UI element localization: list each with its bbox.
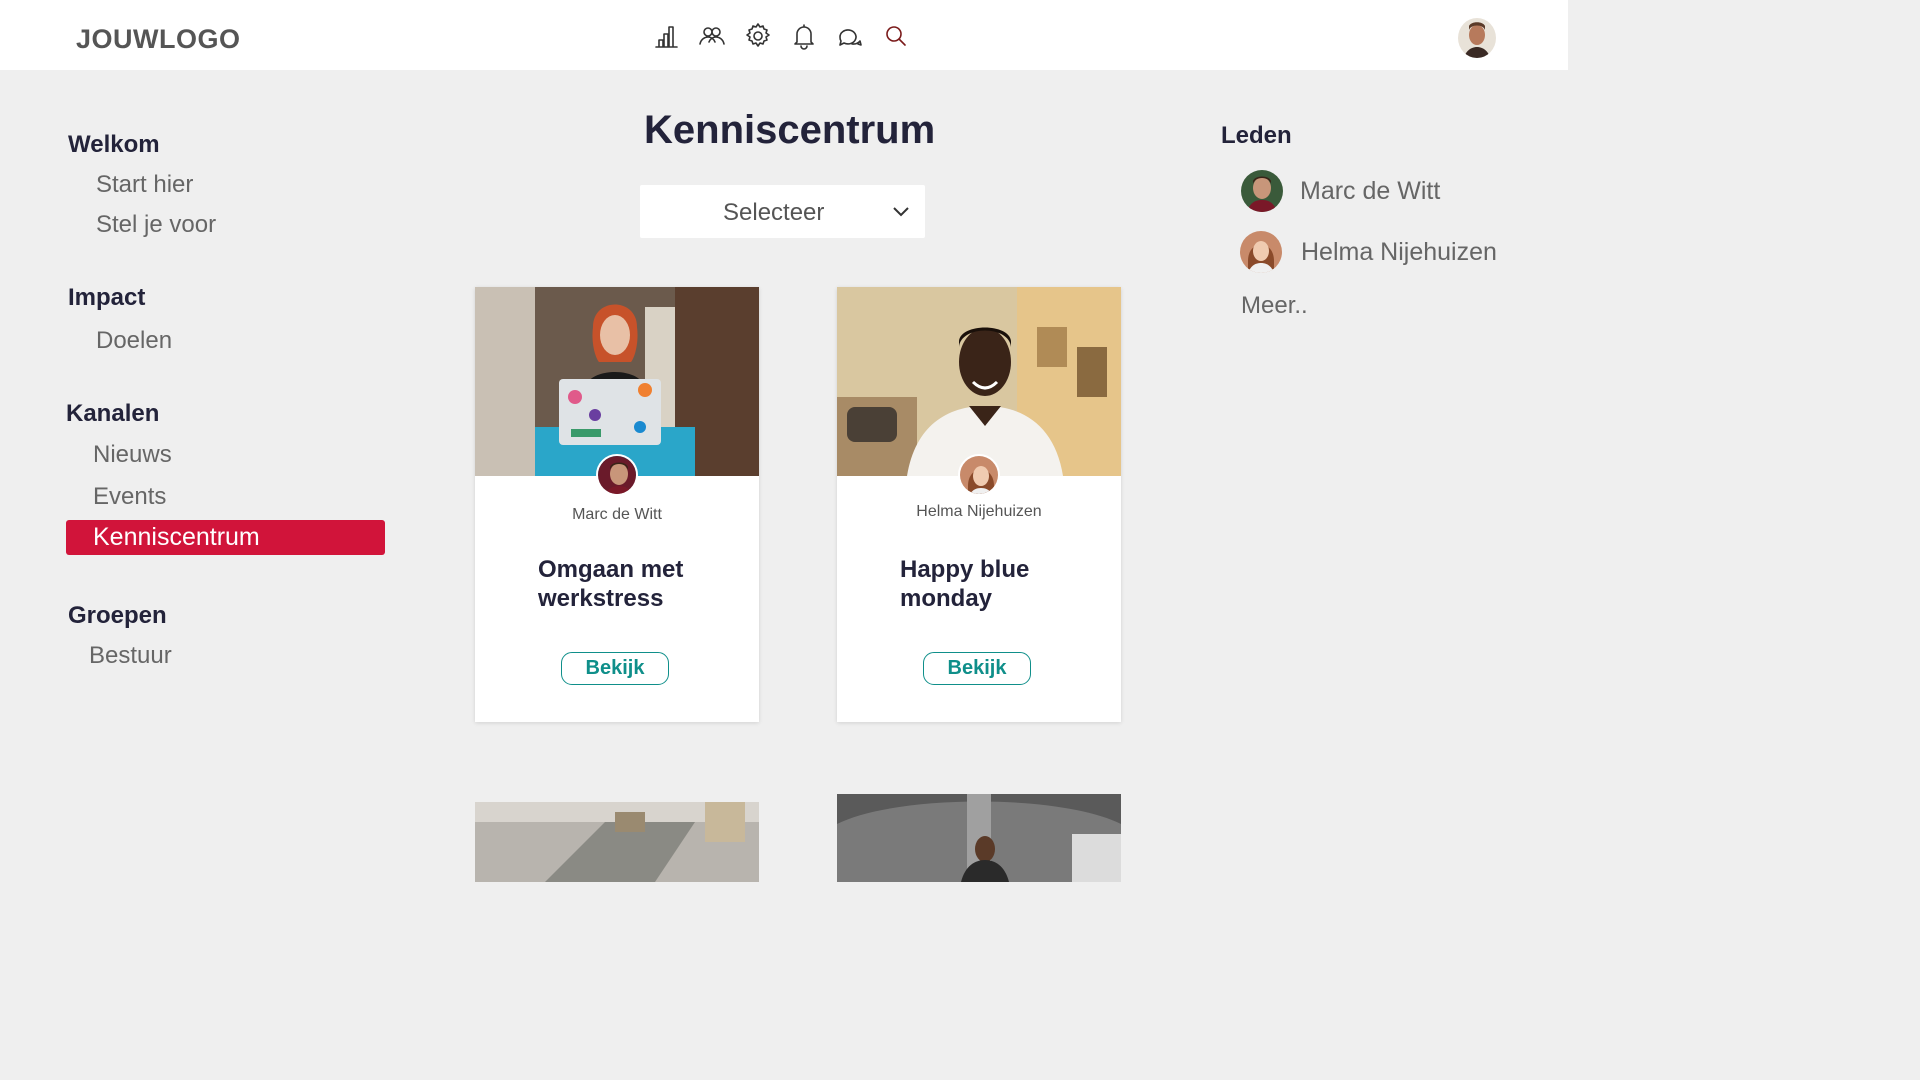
people-icon[interactable] (696, 20, 728, 52)
article-card[interactable] (475, 802, 759, 882)
sidebar-item-bestuur[interactable]: Bestuur (89, 642, 172, 670)
sidebar-heading-welkom: Welkom (68, 131, 160, 158)
sidebar-item-start-hier[interactable]: Start hier (96, 171, 193, 199)
article-card[interactable]: Marc de Witt Omgaan met werkstress Bekij… (475, 287, 759, 722)
article-title-line: Happy blue (900, 556, 1030, 583)
page-title: Kenniscentrum (644, 108, 936, 152)
sidebar-item-events[interactable]: Events (93, 483, 166, 511)
chart-icon[interactable] (650, 20, 682, 52)
author-avatar (958, 454, 1000, 496)
article-card[interactable]: Helma Nijehuizen Happy blue monday Bekij… (837, 287, 1121, 722)
author-avatar (596, 454, 638, 496)
bekijk-button[interactable]: Bekijk (923, 652, 1031, 685)
select-label: Selecteer (723, 199, 825, 226)
article-card[interactable] (837, 794, 1121, 882)
bell-icon[interactable] (788, 20, 820, 52)
article-title: Omgaan met werkstress (538, 555, 683, 613)
sidebar-item-stel-je-voor[interactable]: Stel je voor (96, 211, 216, 239)
member-name: Helma Nijehuizen (1301, 237, 1497, 266)
nav-icon-group (650, 20, 926, 52)
avatar (1241, 170, 1283, 212)
category-select[interactable]: Selecteer (640, 185, 925, 238)
member-item[interactable]: Marc de Witt (1241, 170, 1440, 212)
article-author: Helma Nijehuizen (916, 503, 1042, 520)
chat-icon[interactable] (834, 20, 866, 52)
logo[interactable]: JOUWLOGO (76, 24, 241, 55)
sidebar-heading-impact: Impact (68, 284, 146, 311)
article-image (475, 287, 759, 476)
sidebar-heading-groepen: Groepen (68, 602, 167, 629)
sidebar-item-doelen[interactable]: Doelen (96, 327, 172, 355)
gear-icon[interactable] (742, 20, 774, 52)
search-icon[interactable] (880, 20, 912, 52)
user-avatar[interactable] (1458, 18, 1496, 58)
member-name: Marc de Witt (1300, 176, 1441, 205)
member-item[interactable]: Helma Nijehuizen (1240, 231, 1497, 273)
top-navigation-bar: JOUWLOGO (0, 0, 1568, 70)
article-title-line: Omgaan met (538, 556, 684, 583)
sidebar-heading-kanalen: Kanalen (66, 400, 160, 427)
bekijk-button[interactable]: Bekijk (561, 652, 669, 685)
article-author: Marc de Witt (572, 506, 662, 523)
article-image (475, 802, 759, 882)
sidebar-item-kenniscentrum[interactable]: Kenniscentrum (66, 520, 385, 555)
article-title: Happy blue monday (900, 555, 1029, 613)
avatar (1240, 231, 1282, 273)
article-image (837, 794, 1121, 882)
chevron-down-icon (892, 204, 910, 218)
article-image (837, 287, 1121, 476)
sidebar-item-nieuws[interactable]: Nieuws (93, 441, 172, 469)
article-title-line: werkstress (538, 585, 664, 612)
members-heading: Leden (1221, 122, 1292, 149)
more-members-link[interactable]: Meer.. (1241, 292, 1308, 320)
article-title-line: monday (900, 585, 993, 612)
